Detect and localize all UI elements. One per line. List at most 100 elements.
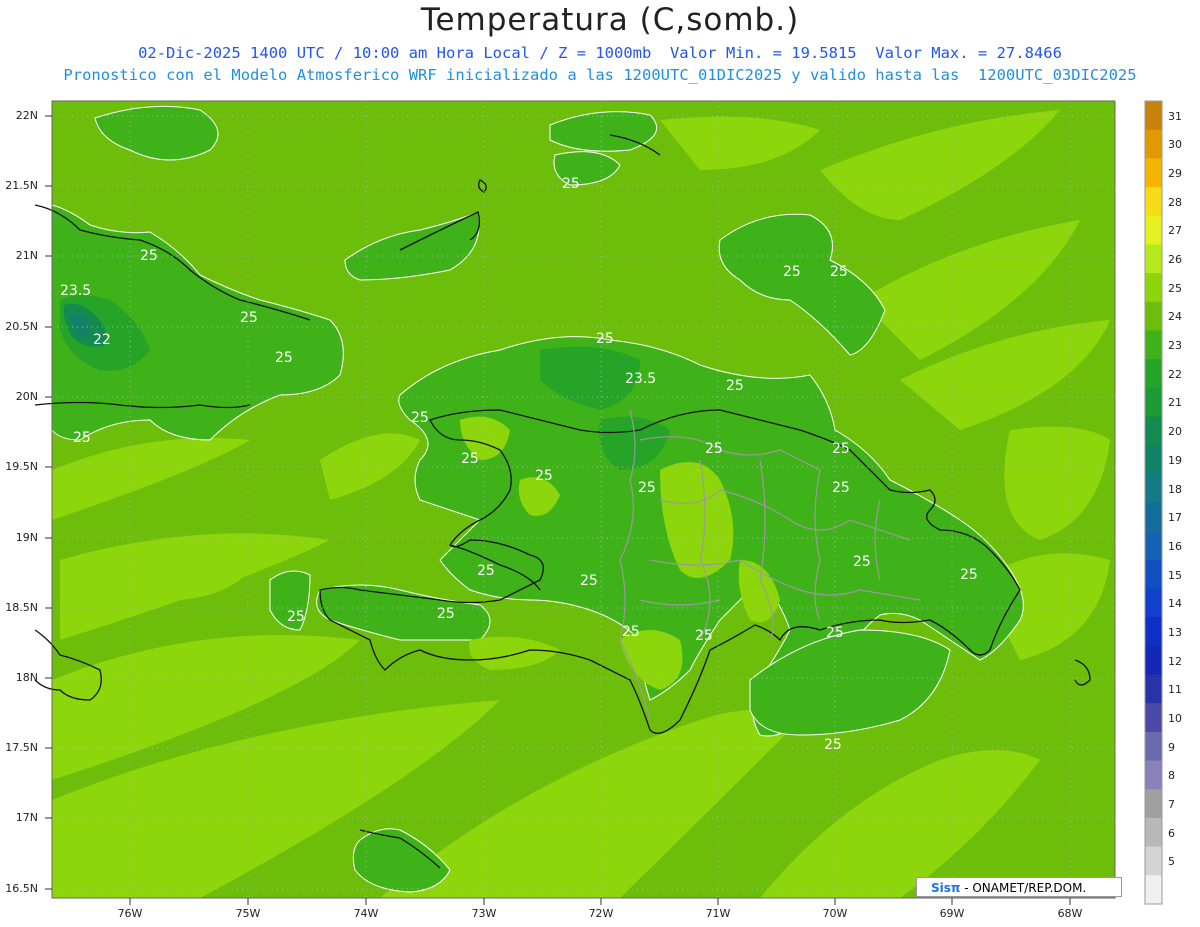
latitude-label: 21.5N [5,179,38,192]
colorbar-swatch [1145,703,1162,733]
longitude-label: 75W [235,907,261,920]
longitude-label: 71W [705,907,731,920]
contour-label: 23.5 [60,283,91,299]
contour-label: 25 [726,378,744,394]
latitude-label: 17N [15,811,38,824]
colorbar-swatch [1145,559,1162,590]
colorbar-swatch [1145,301,1162,331]
colorbar-label: 6 [1168,826,1175,840]
temperature-map: 23.5 22 25 25 25 25 25 25 25 25 25 23.5 … [34,100,1163,905]
colorbar-swatch [1145,129,1162,159]
colorbar-swatch [1145,473,1162,503]
colorbar-label: 25 [1168,281,1182,295]
colorbar-swatch [1145,101,1162,131]
colorbar-label: 31 [1168,109,1182,123]
longitude-label: 76W [117,907,143,920]
colorbar-label: 8 [1168,769,1175,783]
colorbar-swatch [1145,531,1162,561]
colorbar-label: 24 [1168,310,1182,324]
latitude-label: 17.5N [5,741,38,754]
colorbar-label: 21 [1168,396,1182,410]
contour-label: 25 [853,554,871,570]
contour-label: 25 [73,430,91,446]
colorbar-label: 5 [1168,855,1175,869]
contour-label: 25 [960,567,978,583]
contour-label: 25 [461,451,479,467]
latitude-label: 18N [15,671,38,684]
latitude-label: 19N [15,531,38,544]
colorbar-swatch [1145,502,1162,532]
sispi-logo: Sisπ [931,881,961,895]
colorbar-swatch [1145,158,1162,188]
colorbar-swatch [1145,817,1162,848]
colorbar-label: 27 [1168,224,1182,238]
contour-label: 25 [240,310,258,326]
colorbar [1144,100,1163,905]
latitude-label: 22N [15,109,38,122]
colorbar-swatch [1145,244,1162,274]
contour-label: 25 [638,480,656,496]
colorbar-label: 11 [1168,683,1182,697]
colorbar-swatch [1145,731,1162,762]
colorbar-swatch [1145,760,1162,790]
longitude-label: 70W [822,907,848,920]
colorbar-label: 13 [1168,625,1182,639]
latitude-label: 19.5N [5,460,38,473]
contour-label: 25 [287,609,305,625]
contour-label: 25 [580,573,598,589]
longitude-label: 68W [1057,907,1083,920]
contour-label: 25 [830,264,848,280]
contour-label: 25 [562,176,580,192]
contour-label: 25 [275,350,293,366]
latitude-label: 20.5N [5,320,38,333]
contour-label: 25 [695,628,713,644]
longitude-label: 72W [588,907,614,920]
contour-label: 25 [826,625,844,641]
latitude-label: 20N [15,390,38,403]
colorbar-label: 7 [1168,797,1175,811]
colorbar-swatch [1145,617,1162,647]
colorbar-label: 23 [1168,339,1182,353]
colorbar-swatch [1145,215,1162,245]
contour-label: 23.5 [625,371,656,387]
latitude-label: 16.5N [5,882,38,895]
colorbar-label: 18 [1168,482,1182,496]
contour-label: 25 [783,264,801,280]
colorbar-label: 17 [1168,511,1182,525]
contour-label: 25 [477,563,495,579]
contour-label: 22 [93,332,111,348]
colorbar-swatch [1145,416,1162,446]
colorbar-swatch [1145,359,1162,389]
colorbar-label: 26 [1168,253,1182,267]
contour-label: 25 [832,441,850,457]
colorbar-label: 16 [1168,539,1182,553]
colorbar-label: 14 [1168,597,1182,611]
contour-label: 25 [705,441,723,457]
colorbar-label: 20 [1168,425,1182,439]
colorbar-swatch [1145,330,1162,360]
colorbar-swatch [1145,588,1162,618]
contour-label: 25 [140,248,158,264]
longitude-label: 74W [353,907,379,920]
colorbar-label: 22 [1168,367,1182,381]
colorbar-swatch [1145,445,1162,475]
contour-label: 25 [824,737,842,753]
credit-box: Sisπ - ONAMET/REP.DOM. [916,877,1122,897]
contour-label: 25 [622,624,640,640]
contour-label: 25 [411,410,429,426]
colorbar-label: 10 [1168,711,1182,725]
contour-label: 25 [832,480,850,496]
colorbar-label: 19 [1168,453,1182,467]
colorbar-label: 28 [1168,195,1182,209]
contour-label: 25 [596,331,614,347]
colorbar-label: 15 [1168,568,1182,582]
longitude-label: 69W [939,907,965,920]
colorbar-label: 12 [1168,654,1182,668]
colorbar-swatch [1145,846,1162,876]
contour-label: 25 [535,468,553,484]
latitude-label: 21N [15,249,38,262]
colorbar-swatch [1145,273,1162,303]
colorbar-label: 30 [1168,138,1182,152]
colorbar-swatch [1145,387,1162,417]
colorbar-label: 9 [1168,740,1175,754]
